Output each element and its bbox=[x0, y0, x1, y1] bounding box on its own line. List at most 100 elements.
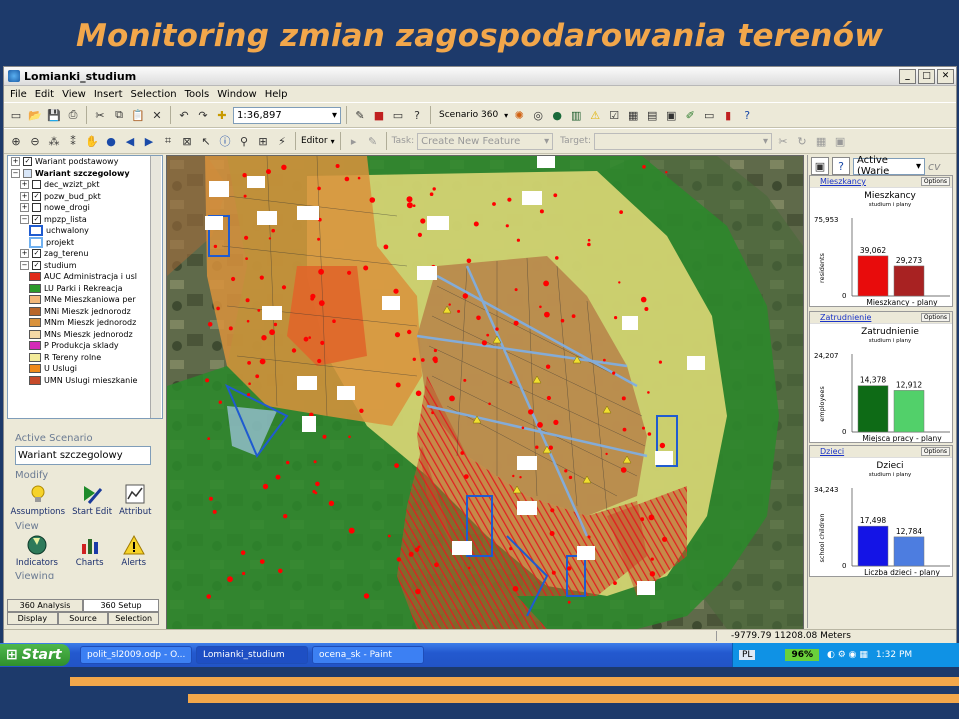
expand-toggle[interactable]: + bbox=[20, 203, 29, 213]
toc-layer[interactable]: + ✓ Wariant podstawowy bbox=[8, 156, 162, 168]
forward-icon[interactable]: ▶ bbox=[141, 133, 157, 149]
tab-display[interactable]: Display bbox=[7, 612, 58, 625]
toc-scrollbar[interactable] bbox=[150, 156, 161, 418]
indicators-button[interactable]: Indicators bbox=[16, 534, 58, 568]
rotate-tool-icon[interactable]: ↻ bbox=[794, 133, 810, 149]
map-display[interactable] bbox=[166, 155, 804, 630]
print-icon[interactable]: ⎙ bbox=[65, 107, 81, 123]
fixed-zoom-in-icon[interactable]: ⁂ bbox=[46, 133, 62, 149]
task-combo[interactable]: Create New Feature ▾ bbox=[417, 132, 554, 150]
scale-combo[interactable]: 1:36,897 ▾ bbox=[233, 106, 341, 124]
assumptions-button[interactable]: Assumptions bbox=[11, 483, 65, 517]
panel-icon[interactable]: ▭ bbox=[701, 107, 717, 123]
toc-layer[interactable]: − ✓ studium bbox=[8, 260, 162, 272]
close-button[interactable]: ✕ bbox=[937, 68, 954, 84]
menu-tools[interactable]: Tools bbox=[185, 89, 210, 100]
indicator-icon[interactable]: ◎ bbox=[530, 107, 546, 123]
menu-insert[interactable]: Insert bbox=[94, 89, 123, 100]
tab-selection[interactable]: Selection bbox=[108, 612, 160, 625]
find-icon[interactable]: ⚲ bbox=[236, 133, 252, 149]
taskbar-item-impress[interactable]: polit_sl2009.odp - O... bbox=[80, 646, 192, 664]
taskbar-item-arcmap[interactable]: Lomianki_studium bbox=[196, 646, 308, 664]
chart-options-button[interactable]: Options bbox=[920, 447, 950, 456]
menu-file[interactable]: File bbox=[10, 89, 27, 100]
toc-layer[interactable]: − ✓ mpzp_lista bbox=[8, 214, 162, 226]
globe-icon[interactable]: ● bbox=[549, 107, 565, 123]
tray-icons[interactable]: ◐ ⚙ ◉ ▦ bbox=[827, 650, 868, 660]
copy-icon[interactable]: ⧉ bbox=[111, 107, 127, 123]
measure-icon[interactable]: ⊞ bbox=[255, 133, 271, 149]
editor-menu[interactable]: Editor bbox=[301, 136, 328, 146]
language-indicator[interactable]: PL bbox=[739, 650, 756, 660]
identify-icon[interactable]: ⓘ bbox=[217, 133, 233, 149]
scenario-tool-icon[interactable]: ✺ bbox=[511, 107, 527, 123]
open-icon[interactable]: 📂 bbox=[27, 107, 43, 123]
layer-checkbox[interactable] bbox=[32, 180, 41, 190]
bar-chart-icon[interactable]: ▮ bbox=[720, 107, 736, 123]
paste-icon[interactable]: 📋 bbox=[130, 107, 146, 123]
expand-toggle[interactable]: − bbox=[20, 214, 29, 224]
help-icon[interactable]: ? bbox=[739, 107, 755, 123]
expand-toggle[interactable]: + bbox=[20, 180, 29, 190]
charts-button[interactable]: Charts bbox=[76, 534, 104, 568]
help-whatsthis-icon[interactable]: ? bbox=[409, 107, 425, 123]
select-elements-icon[interactable]: ↖ bbox=[198, 133, 214, 149]
expand-toggle[interactable]: − bbox=[20, 260, 29, 270]
edit-tool-icon[interactable]: ▸ bbox=[346, 133, 362, 149]
scenario-compare-combo[interactable]: Active (Warie ▾ bbox=[853, 155, 925, 177]
arctoolbox-icon[interactable]: ■ bbox=[371, 107, 387, 123]
chart-options-button[interactable]: Options bbox=[920, 177, 950, 186]
layer-checkbox[interactable]: ✓ bbox=[32, 214, 41, 224]
clock[interactable]: 1:32 PM bbox=[876, 650, 912, 660]
layer-checkbox[interactable]: ✓ bbox=[32, 260, 41, 270]
editor-toolbar-icon[interactable]: ✎ bbox=[352, 107, 368, 123]
layers-icon[interactable]: ▤ bbox=[644, 107, 660, 123]
dashboard-settings-icon[interactable]: ▣ bbox=[811, 157, 829, 175]
start-button[interactable]: ⊞ Start bbox=[0, 644, 70, 666]
select-features-icon[interactable]: ⌗ bbox=[160, 133, 176, 149]
map-canvas[interactable] bbox=[167, 156, 803, 629]
tab-360-analysis[interactable]: 360 Analysis bbox=[7, 599, 83, 612]
toc-layer[interactable]: + dec_wzizt_pkt bbox=[8, 179, 162, 191]
expand-toggle[interactable]: + bbox=[11, 157, 20, 167]
menu-help[interactable]: Help bbox=[265, 89, 288, 100]
clear-selection-icon[interactable]: ⊠ bbox=[179, 133, 195, 149]
toc-layer[interactable]: + ✓ zag_terenu bbox=[8, 248, 162, 260]
layer-checkbox[interactable]: ✓ bbox=[32, 191, 41, 201]
full-extent-icon[interactable]: ● bbox=[103, 133, 119, 149]
scenario360-label[interactable]: Scenario 360 bbox=[439, 110, 498, 120]
toc-layer[interactable]: + nowe_drogi bbox=[8, 202, 162, 214]
minimize-button[interactable]: _ bbox=[899, 68, 916, 84]
attributes-button[interactable]: Attribut bbox=[119, 483, 151, 517]
split-tool-icon[interactable]: ✂ bbox=[775, 133, 791, 149]
expand-toggle[interactable]: + bbox=[20, 249, 29, 259]
maximize-button[interactable]: □ bbox=[918, 68, 935, 84]
new-icon[interactable]: ▭ bbox=[8, 107, 24, 123]
expand-toggle[interactable]: − bbox=[11, 168, 20, 178]
zoom-in-icon[interactable]: ⊕ bbox=[8, 133, 24, 149]
chart-link[interactable]: Dzieci bbox=[820, 447, 921, 456]
zoom-out-icon[interactable]: ⊖ bbox=[27, 133, 43, 149]
add-data-icon[interactable]: ✚ bbox=[214, 107, 230, 123]
redo-icon[interactable]: ↷ bbox=[195, 107, 211, 123]
layer-checkbox[interactable]: ✓ bbox=[23, 157, 32, 167]
cut-icon[interactable]: ✂ bbox=[92, 107, 108, 123]
table-icon[interactable]: ▦ bbox=[625, 107, 641, 123]
checklist-icon[interactable]: ☑ bbox=[606, 107, 622, 123]
battery-indicator[interactable]: 96% bbox=[785, 649, 819, 661]
pan-icon[interactable]: ✋ bbox=[84, 133, 100, 149]
fixed-zoom-out-icon[interactable]: ⁑ bbox=[65, 133, 81, 149]
toc-layer[interactable]: − Wariant szczegolowy bbox=[8, 168, 162, 180]
toc-layer[interactable]: + ✓ pozw_bud_pkt bbox=[8, 191, 162, 203]
paint-icon[interactable]: ✐ bbox=[682, 107, 698, 123]
tab-source[interactable]: Source bbox=[57, 612, 109, 625]
delete-icon[interactable]: ✕ bbox=[149, 107, 165, 123]
chart-options-button[interactable]: Options bbox=[920, 313, 950, 322]
start-edit-button[interactable]: Start Edit bbox=[72, 483, 112, 517]
save-icon[interactable]: 💾 bbox=[46, 107, 62, 123]
alerts-button[interactable]: Alerts bbox=[121, 534, 146, 568]
command-line-icon[interactable]: ▭ bbox=[390, 107, 406, 123]
chart-link[interactable]: Zatrudnienie bbox=[820, 313, 921, 322]
back-icon[interactable]: ◀ bbox=[122, 133, 138, 149]
report-icon[interactable]: ▣ bbox=[663, 107, 679, 123]
